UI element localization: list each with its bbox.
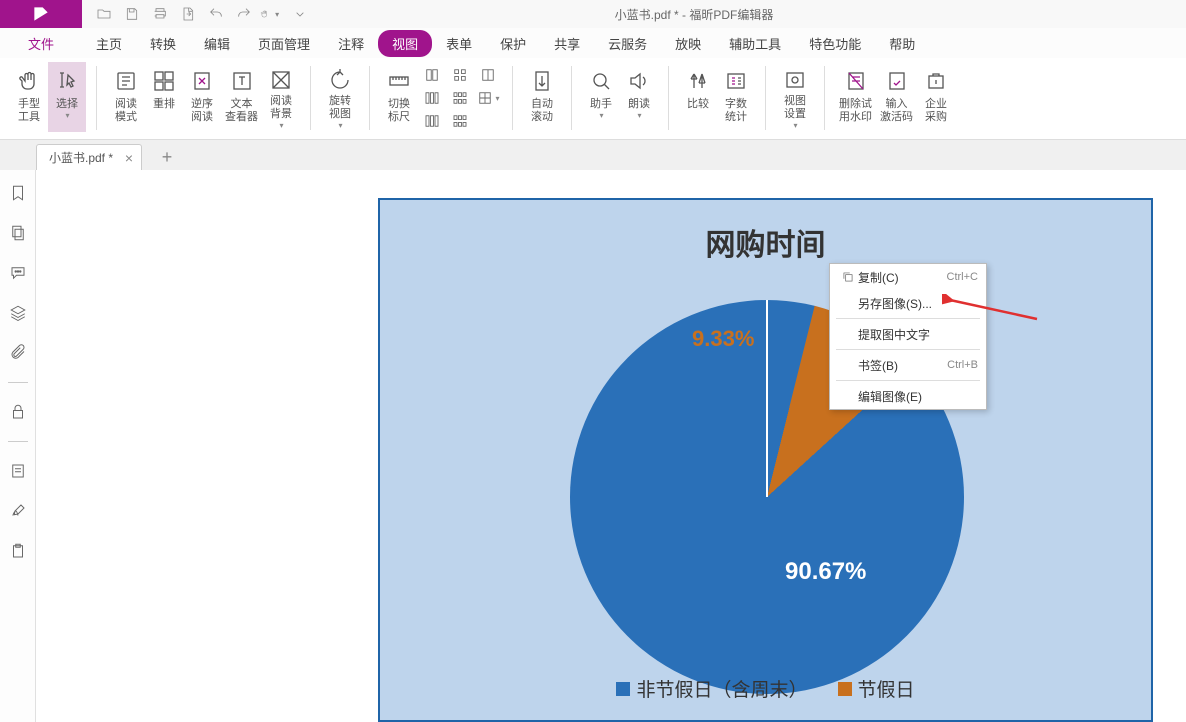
tabstrip: 小蓝书.pdf * × + — [0, 140, 1186, 170]
fields-panel-icon[interactable] — [7, 460, 29, 482]
qat-more-icon[interactable] — [288, 2, 312, 26]
menu-help[interactable]: 帮助 — [875, 29, 929, 58]
trialwm-button[interactable]: 删除试 用水印 — [835, 62, 876, 132]
layout2-icon[interactable] — [418, 87, 446, 109]
ctx-copy[interactable]: 复制(C) Ctrl+C — [830, 264, 986, 290]
save-icon[interactable] — [120, 2, 144, 26]
copy-icon — [838, 270, 858, 284]
attach-panel-icon[interactable] — [7, 342, 29, 364]
close-tab-icon[interactable]: × — [125, 150, 133, 166]
app-logo — [0, 0, 82, 28]
menu-present[interactable]: 放映 — [661, 29, 715, 58]
main-area: 网购时间 9.33% 90.67% 非节假日（含周末） 节假日 — [0, 170, 1186, 722]
menu-share[interactable]: 共享 — [540, 29, 594, 58]
menu-form[interactable]: 表单 — [432, 29, 486, 58]
menu-pageorg[interactable]: 页面管理 — [244, 29, 324, 58]
split2-icon[interactable]: ▾ — [474, 87, 502, 109]
add-tab-button[interactable]: + — [156, 146, 178, 168]
grid1-icon[interactable] — [446, 64, 474, 86]
layout3-icon[interactable] — [418, 110, 446, 132]
hand-tool-button[interactable]: 手型 工具 — [10, 62, 48, 132]
main-label: 90.67% — [785, 558, 866, 586]
redo-icon[interactable] — [232, 2, 256, 26]
security-panel-icon[interactable] — [7, 401, 29, 423]
enterprise-button[interactable]: 企业 采购 — [917, 62, 955, 132]
wedge-label: 9.33% — [692, 326, 754, 352]
ctx-save-image[interactable]: 另存图像(S)... — [830, 290, 986, 316]
file-menu[interactable]: 文件 — [0, 28, 82, 59]
grid3-icon[interactable] — [446, 110, 474, 132]
menu-access[interactable]: 辅助工具 — [715, 29, 795, 58]
document-viewport[interactable]: 网购时间 9.33% 90.67% 非节假日（含周末） 节假日 — [36, 170, 1186, 722]
titlebar: ▾ 小蓝书.pdf * - 福昕PDF编辑器 — [0, 0, 1186, 28]
readmode-button[interactable]: 阅读 模式 — [107, 62, 145, 132]
layout1-icon[interactable] — [418, 64, 446, 86]
reverse-button[interactable]: 逆序 阅读 — [183, 62, 221, 132]
tab-label: 小蓝书.pdf * — [49, 149, 113, 166]
ribbon: 手型 工具 选择▾ 阅读 模式 重排 逆序 阅读 文本 查看器 阅读 背景▾ 旋… — [0, 58, 1186, 140]
open-icon[interactable] — [92, 2, 116, 26]
grid2-icon[interactable] — [446, 87, 474, 109]
export-icon[interactable] — [176, 2, 200, 26]
autoscroll-button[interactable]: 自动 滚动 — [523, 62, 561, 132]
menu-edit[interactable]: 编辑 — [190, 29, 244, 58]
actcode-button[interactable]: 输入 激活码 — [876, 62, 917, 132]
rotate-button[interactable]: 旋转 视图▾ — [321, 62, 359, 132]
textviewer-button[interactable]: 文本 查看器 — [221, 62, 262, 132]
bookmark-panel-icon[interactable] — [7, 182, 29, 204]
ctx-bookmark[interactable]: 书签(B) Ctrl+B — [830, 352, 986, 378]
read-button[interactable]: 朗读▾ — [620, 62, 658, 132]
window-title: 小蓝书.pdf * - 福昕PDF编辑器 — [322, 6, 1066, 23]
menu-home[interactable]: 主页 — [82, 29, 136, 58]
comment-panel-icon[interactable] — [7, 262, 29, 284]
hand-qat-icon[interactable]: ▾ — [260, 2, 284, 26]
menu-cloud[interactable]: 云服务 — [594, 29, 661, 58]
sidebar — [0, 170, 36, 722]
ctx-edit-image[interactable]: 编辑图像(E) — [830, 383, 986, 409]
menu-convert[interactable]: 转换 — [136, 29, 190, 58]
compare-button[interactable]: 比较 — [679, 62, 717, 132]
readbg-button[interactable]: 阅读 背景▾ — [262, 62, 300, 132]
rearrange-button[interactable]: 重排 — [145, 62, 183, 132]
chart-legend: 非节假日（含周末） 节假日 — [380, 675, 1151, 702]
sign-panel-icon[interactable] — [7, 500, 29, 522]
menu-comment[interactable]: 注释 — [324, 29, 378, 58]
assistant-button[interactable]: 助手▾ — [582, 62, 620, 132]
chart-title: 网购时间 — [380, 220, 1151, 264]
layers-panel-icon[interactable] — [7, 302, 29, 324]
print-icon[interactable] — [148, 2, 172, 26]
menu-view[interactable]: 视图 — [378, 30, 432, 57]
menu-protect[interactable]: 保护 — [486, 29, 540, 58]
wordcount-button[interactable]: 字数 统计 — [717, 62, 755, 132]
viewset-button[interactable]: 视图 设置▾ — [776, 62, 814, 132]
split1-icon[interactable] — [474, 64, 502, 86]
clipboard-panel-icon[interactable] — [7, 540, 29, 562]
ctx-extract-text[interactable]: 提取图中文字 — [830, 321, 986, 347]
quick-access-toolbar: ▾ — [82, 2, 322, 26]
document-tab[interactable]: 小蓝书.pdf * × — [36, 144, 142, 170]
ruler-button[interactable]: 切换 标尺 — [380, 62, 418, 132]
legend-item-1: 节假日 — [858, 675, 915, 702]
pages-panel-icon[interactable] — [7, 222, 29, 244]
legend-item-0: 非节假日（含周末） — [636, 675, 807, 702]
pdf-page: 网购时间 9.33% 90.67% 非节假日（含周末） 节假日 — [378, 198, 1153, 722]
menubar: 文件 主页 转换 编辑 页面管理 注释 视图 表单 保护 共享 云服务 放映 辅… — [0, 28, 1186, 58]
menu-feature[interactable]: 特色功能 — [795, 29, 875, 58]
undo-icon[interactable] — [204, 2, 228, 26]
select-tool-button[interactable]: 选择▾ — [48, 62, 86, 132]
context-menu: 复制(C) Ctrl+C 另存图像(S)... 提取图中文字 书签(B) Ctr… — [829, 263, 987, 410]
